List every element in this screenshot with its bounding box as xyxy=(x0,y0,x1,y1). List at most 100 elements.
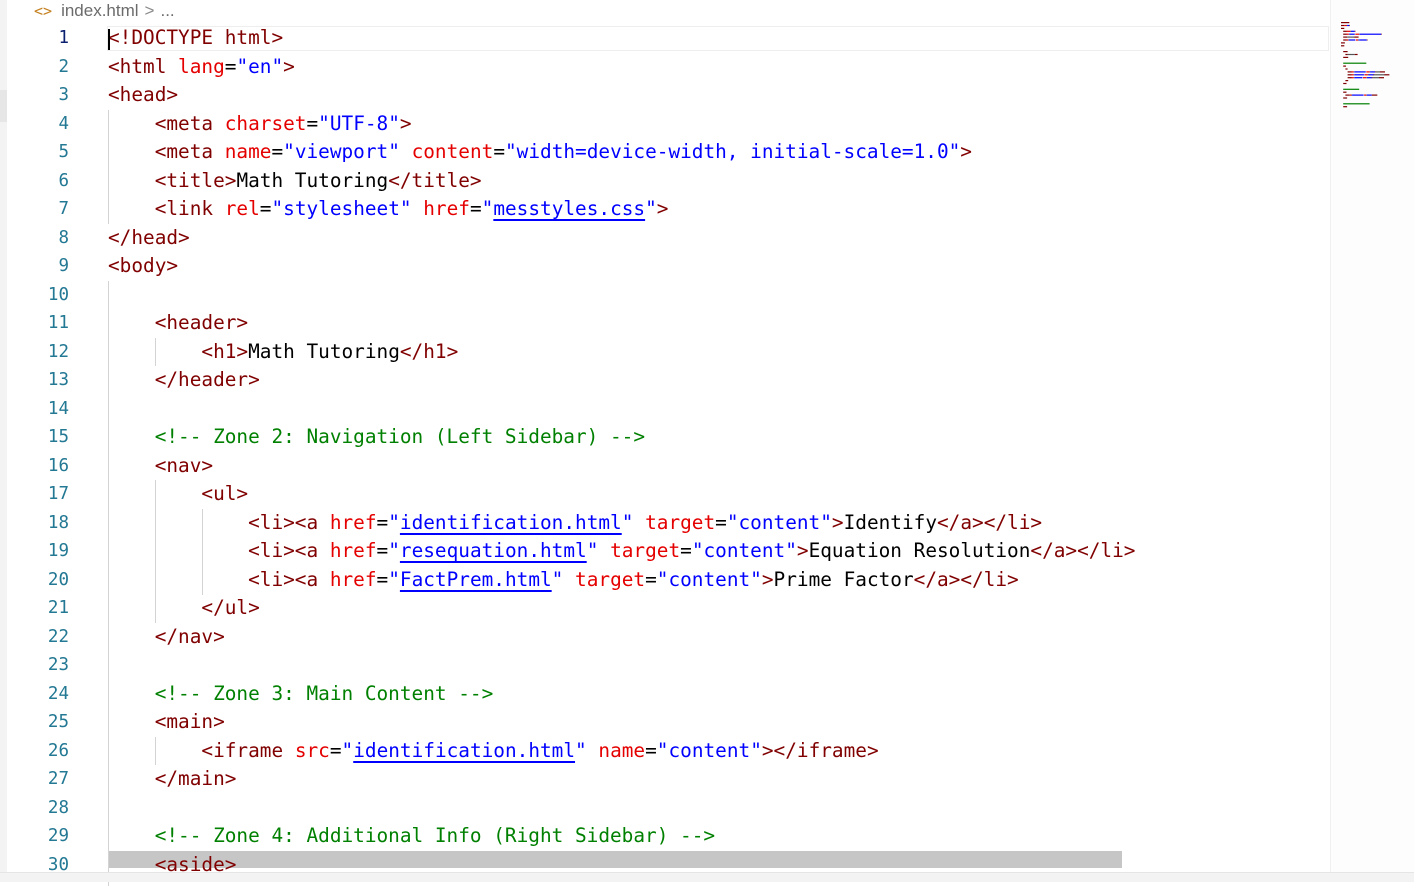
code-text: <link rel="stylesheet" href="messtyles.c… xyxy=(108,195,669,224)
minimap-token xyxy=(1343,91,1347,93)
code-link[interactable]: FactPrem.html xyxy=(400,568,552,591)
minimap-token xyxy=(1351,71,1354,73)
code-line[interactable]: 16 <nav> xyxy=(7,452,1330,481)
line-number: 26 xyxy=(47,740,69,761)
minimap-token xyxy=(1354,30,1356,32)
minimap-token xyxy=(1341,45,1345,47)
code-line[interactable]: 21 </ul> xyxy=(7,594,1330,623)
code-line[interactable]: 17 <ul> xyxy=(7,480,1330,509)
activity-marker xyxy=(0,90,7,122)
code-link[interactable]: resequation.html xyxy=(400,539,587,562)
code-line[interactable]: 22 </nav> xyxy=(7,623,1330,652)
code-line[interactable]: 26 <iframe src="identification.html" nam… xyxy=(7,737,1330,766)
code-line[interactable]: 13 </header> xyxy=(7,366,1330,395)
code-line[interactable]: 6 <title>Math Tutoring</title> xyxy=(7,167,1330,196)
code-line[interactable]: 28 xyxy=(7,794,1330,823)
indent-guide xyxy=(155,480,156,623)
code-link[interactable]: identification.html xyxy=(400,511,622,534)
line-number: 15 xyxy=(47,427,69,447)
line-number: 27 xyxy=(47,769,69,789)
minimap-token xyxy=(1348,39,1356,41)
code-line[interactable]: 20 <li><a href="FactPrem.html" target="c… xyxy=(7,566,1330,595)
code-text: </header> xyxy=(108,366,260,395)
code-editor[interactable]: 1 <!DOCTYPE html> 2 <html lang="en"> 3 <head>… xyxy=(7,24,1330,886)
code-line[interactable]: 27 </main> xyxy=(7,765,1330,794)
minimap-token xyxy=(1343,62,1367,64)
code-line[interactable]: 2 <html lang="en"> xyxy=(7,53,1330,82)
minimap-token xyxy=(1375,71,1380,73)
minimap[interactable] xyxy=(1330,0,1414,881)
code-link[interactable]: identification.html xyxy=(353,739,575,762)
code-line[interactable]: 29 <!-- Zone 4: Additional Info (Right S… xyxy=(7,822,1330,851)
minimap-token xyxy=(1366,77,1372,79)
code-line[interactable]: 8 </head> xyxy=(7,224,1330,253)
line-number: 13 xyxy=(47,370,69,390)
code-token: = xyxy=(680,539,692,562)
minimap-token xyxy=(1366,71,1370,73)
minimap-token xyxy=(1347,71,1352,73)
minimap-token xyxy=(1347,24,1350,27)
code-line[interactable]: 7 <link rel="stylesheet" href="messtyles… xyxy=(7,195,1330,224)
breadcrumb-separator: > xyxy=(144,1,155,20)
code-line[interactable]: 5 <meta name="viewport" content="width=d… xyxy=(7,138,1330,167)
code-line[interactable]: 23 xyxy=(7,651,1330,680)
minimap-token xyxy=(1352,94,1364,96)
code-token: </a></li> xyxy=(913,567,1019,591)
code-token: > xyxy=(960,140,972,163)
code-line[interactable]: 9 <body> xyxy=(7,252,1330,281)
minimap-token xyxy=(1344,24,1347,27)
code-line[interactable]: 3 <head> xyxy=(7,81,1330,110)
code-line[interactable]: 1 <!DOCTYPE html> xyxy=(7,24,1330,53)
line-number: 21 xyxy=(47,598,69,618)
minimap-token xyxy=(1373,74,1374,76)
code-line[interactable]: 25 <main> xyxy=(7,708,1330,737)
minimap-token xyxy=(1347,36,1355,38)
code-token: = xyxy=(306,111,319,135)
code-line[interactable]: 11 <header> xyxy=(7,309,1330,338)
code-line[interactable]: 10 xyxy=(7,281,1330,310)
code-token: </title> xyxy=(388,168,482,192)
minimap-token xyxy=(1345,94,1350,96)
code-text: <!DOCTYPE html> xyxy=(108,24,283,53)
code-line[interactable]: 24 <!-- Zone 3: Main Content --> xyxy=(7,680,1330,709)
code-token: <ul> xyxy=(201,482,249,505)
line-number: 24 xyxy=(47,683,69,704)
code-line[interactable]: 18 <li><a href="identification.html" tar… xyxy=(7,509,1330,538)
breadcrumb-file[interactable]: index.html xyxy=(61,2,138,20)
code-line[interactable]: 12 <h1>Math Tutoring</h1> xyxy=(7,338,1330,367)
code-token: target xyxy=(645,510,716,534)
breadcrumb-symbol[interactable]: ... xyxy=(160,2,174,20)
minimap-token xyxy=(1363,74,1365,76)
code-token: href xyxy=(329,510,377,534)
minimap-token xyxy=(1351,77,1354,79)
minimap-token xyxy=(1346,24,1348,27)
code-link[interactable]: messtyles.css xyxy=(493,197,645,220)
code-token: content xyxy=(411,140,494,163)
code-token: href xyxy=(329,567,377,591)
code-line[interactable]: 4 <meta charset="UTF-8"> xyxy=(7,110,1330,139)
code-token: " xyxy=(575,738,587,762)
minimap-token xyxy=(1350,30,1355,32)
code-token: "width=device-width, initial-scale=1.0" xyxy=(505,140,961,163)
code-token: <iframe xyxy=(201,738,295,762)
code-line[interactable]: 15 <!-- Zone 2: Navigation (Left Sidebar… xyxy=(7,423,1330,452)
code-text: <ul> xyxy=(108,480,248,509)
indent-guide xyxy=(155,338,156,366)
code-text: <!-- Zone 2: Navigation (Left Sidebar) -… xyxy=(108,423,645,452)
indent-guide xyxy=(108,281,109,886)
code-token: > xyxy=(656,197,669,220)
code-token: <head> xyxy=(108,83,179,106)
code-line[interactable]: 19 <li><a href="resequation.html" target… xyxy=(7,537,1330,566)
code-text: <li><a href="FactPrem.html" target="cont… xyxy=(108,566,1019,595)
minimap-token xyxy=(1361,77,1363,79)
code-token: <body> xyxy=(108,254,179,277)
code-line[interactable]: 14 xyxy=(7,395,1330,424)
code-text: <meta name="viewport" content="width=dev… xyxy=(108,138,972,167)
minimap-token xyxy=(1363,94,1364,96)
